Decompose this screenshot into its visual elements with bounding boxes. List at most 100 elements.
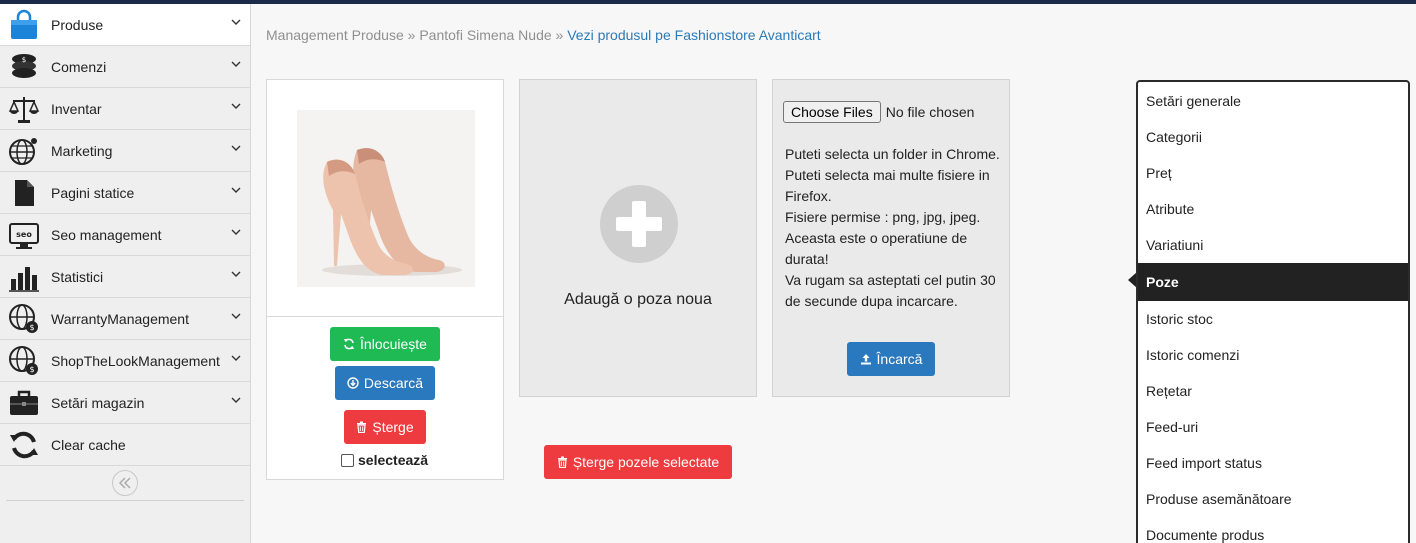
svg-text:$: $: [22, 56, 26, 64]
sidebar-item-comenzi[interactable]: $ Comenzi: [0, 46, 250, 88]
chevron-down-icon[interactable]: [231, 101, 241, 111]
tab-categorii[interactable]: Categorii: [1138, 119, 1408, 155]
sidebar: Produse $ Comenzi Inventar Marketing Pag…: [0, 4, 251, 543]
tab-pret[interactable]: Preț: [1138, 155, 1408, 191]
sidebar-item-pagini-statice[interactable]: Pagini statice: [0, 172, 250, 214]
sidebar-item-warranty-management[interactable]: $ WarrantyManagement: [0, 298, 250, 340]
tab-documente-produs[interactable]: Documente produs: [1138, 517, 1408, 543]
refresh-icon: [344, 338, 355, 350]
upload-info-line: Puteti selecta mai multe fisiere in Fire…: [785, 167, 990, 204]
add-image-card[interactable]: Adaugă o poza noua: [519, 79, 757, 397]
breadcrumb-management-produse[interactable]: Management Produse: [266, 27, 404, 43]
upload-card: Choose Files No file chosen Puteti selec…: [772, 79, 1010, 397]
download-circle-icon: [347, 377, 359, 389]
upload-icon: [860, 354, 871, 365]
sidebar-item-inventar[interactable]: Inventar: [0, 88, 250, 130]
select-image-checkbox-row[interactable]: selectează: [341, 452, 428, 468]
breadcrumb-separator: »: [403, 27, 420, 43]
chevron-down-icon[interactable]: [231, 353, 241, 363]
chevron-down-icon[interactable]: [231, 17, 241, 27]
upload-info-line: Va rugam sa asteptati cel putin 30 de se…: [785, 272, 996, 309]
file-input[interactable]: Choose Files No file chosen: [783, 101, 974, 123]
sidebar-item-shopthelook-management[interactable]: $ ShopTheLookManagement: [0, 340, 250, 382]
chevron-down-icon[interactable]: [231, 311, 241, 321]
chevron-down-icon[interactable]: [231, 59, 241, 69]
svg-text:$: $: [29, 365, 34, 374]
sidebar-item-seo-management[interactable]: seo Seo management: [0, 214, 250, 256]
globe-dollar-icon: $: [7, 344, 41, 378]
upload-info-line: Fisiere permise : png, jpg, jpeg.: [785, 209, 981, 225]
product-image-card: Înlocuiește Descarcă Șterge selectează: [266, 79, 504, 480]
tab-variatiuni[interactable]: Variatiuni: [1138, 227, 1408, 263]
sidebar-item-setari-magazin[interactable]: Setări magazin: [0, 382, 250, 424]
sidebar-item-label: Produse: [51, 16, 104, 33]
globe-network-icon: [7, 134, 41, 168]
add-image-label: Adaugă o poza noua: [564, 291, 712, 308]
upload-instructions: Puteti selecta un folder in Chrome. Pute…: [785, 144, 1005, 312]
sidebar-item-label: WarrantyManagement: [51, 310, 189, 327]
chevron-down-icon[interactable]: [231, 395, 241, 405]
tab-istoric-stoc[interactable]: Istoric stoc: [1138, 301, 1408, 337]
delete-image-label: Șterge: [372, 419, 414, 435]
tab-feed-uri[interactable]: Feed-uri: [1138, 409, 1408, 445]
briefcase-icon: [7, 386, 41, 420]
tab-poze[interactable]: Poze: [1138, 263, 1408, 301]
sidebar-item-clear-cache[interactable]: Clear cache: [0, 424, 250, 466]
download-image-button[interactable]: Descarcă: [335, 366, 435, 400]
chevron-down-icon[interactable]: [231, 185, 241, 195]
delete-selected-label: Șterge pozele selectate: [572, 454, 720, 470]
sidebar-item-label: ShopTheLookManagement: [51, 352, 220, 369]
select-image-label: selectează: [358, 452, 429, 468]
replace-image-button[interactable]: Înlocuiește: [330, 327, 440, 361]
sidebar-item-label: Clear cache: [51, 436, 126, 453]
chevron-down-icon[interactable]: [231, 227, 241, 237]
card-divider: [267, 316, 503, 317]
collapse-sidebar-button[interactable]: [112, 470, 138, 496]
double-chevron-left-icon: [118, 477, 131, 489]
sidebar-item-statistici[interactable]: Statistici: [0, 256, 250, 298]
tab-atribute[interactable]: Atribute: [1138, 191, 1408, 227]
tab-setari-generale[interactable]: Setări generale: [1138, 83, 1408, 119]
tab-feed-import-status[interactable]: Feed import status: [1138, 445, 1408, 481]
no-file-chosen-text: No file chosen: [885, 104, 975, 120]
sidebar-item-label: Comenzi: [51, 58, 107, 75]
seo-monitor-icon: seo: [7, 218, 41, 252]
file-icon: [7, 176, 41, 210]
upload-button-label: Încarcă: [876, 351, 923, 367]
view-product-link[interactable]: Vezi produsul pe Fashionstore Avanticart: [567, 27, 820, 43]
bar-chart-icon: [7, 260, 41, 294]
sidebar-item-marketing[interactable]: Marketing: [0, 130, 250, 172]
chevron-down-icon[interactable]: [231, 269, 241, 279]
trash-icon: [357, 421, 367, 433]
sidebar-item-label: Marketing: [51, 142, 113, 159]
sidebar-item-produse[interactable]: Produse: [0, 4, 250, 46]
sidebar-item-label: Statistici: [51, 268, 104, 285]
tab-produse-asemanatoare[interactable]: Produse asemănătoare: [1138, 481, 1408, 517]
breadcrumb: Management Produse » Pantofi Simena Nude…: [266, 27, 821, 43]
sidebar-item-label: Inventar: [51, 100, 102, 117]
choose-files-button[interactable]: Choose Files: [783, 101, 881, 123]
product-tabs-menu: Setări generale Categorii Preț Atribute …: [1136, 80, 1410, 543]
globe-dollar-icon: $: [7, 302, 41, 336]
select-image-checkbox[interactable]: [341, 453, 354, 467]
product-image: [297, 110, 475, 287]
breadcrumb-separator: »: [551, 27, 568, 43]
sidebar-item-label: Setări magazin: [51, 394, 145, 411]
svg-text:seo: seo: [16, 230, 32, 239]
sidebar-item-label: Seo management: [51, 226, 162, 243]
balance-scale-icon: [7, 92, 41, 126]
delete-image-button[interactable]: Șterge: [344, 410, 426, 444]
shopping-bag-icon: [7, 8, 41, 42]
tab-retetar[interactable]: Rețetar: [1138, 373, 1408, 409]
chevron-down-icon[interactable]: [231, 143, 241, 153]
breadcrumb-product-name[interactable]: Pantofi Simena Nude: [419, 27, 551, 43]
tab-istoric-comenzi[interactable]: Istoric comenzi: [1138, 337, 1408, 373]
svg-text:$: $: [29, 323, 34, 332]
delete-selected-images-button[interactable]: Șterge pozele selectate: [544, 445, 732, 479]
upload-info-line: Aceasta este o operatiune de durata!: [785, 230, 968, 267]
download-image-label: Descarcă: [363, 375, 424, 391]
plus-circle-icon: [600, 185, 678, 263]
replace-image-label: Înlocuiește: [360, 336, 427, 352]
upload-button[interactable]: Încarcă: [847, 342, 935, 376]
refresh-icon: [7, 428, 41, 462]
